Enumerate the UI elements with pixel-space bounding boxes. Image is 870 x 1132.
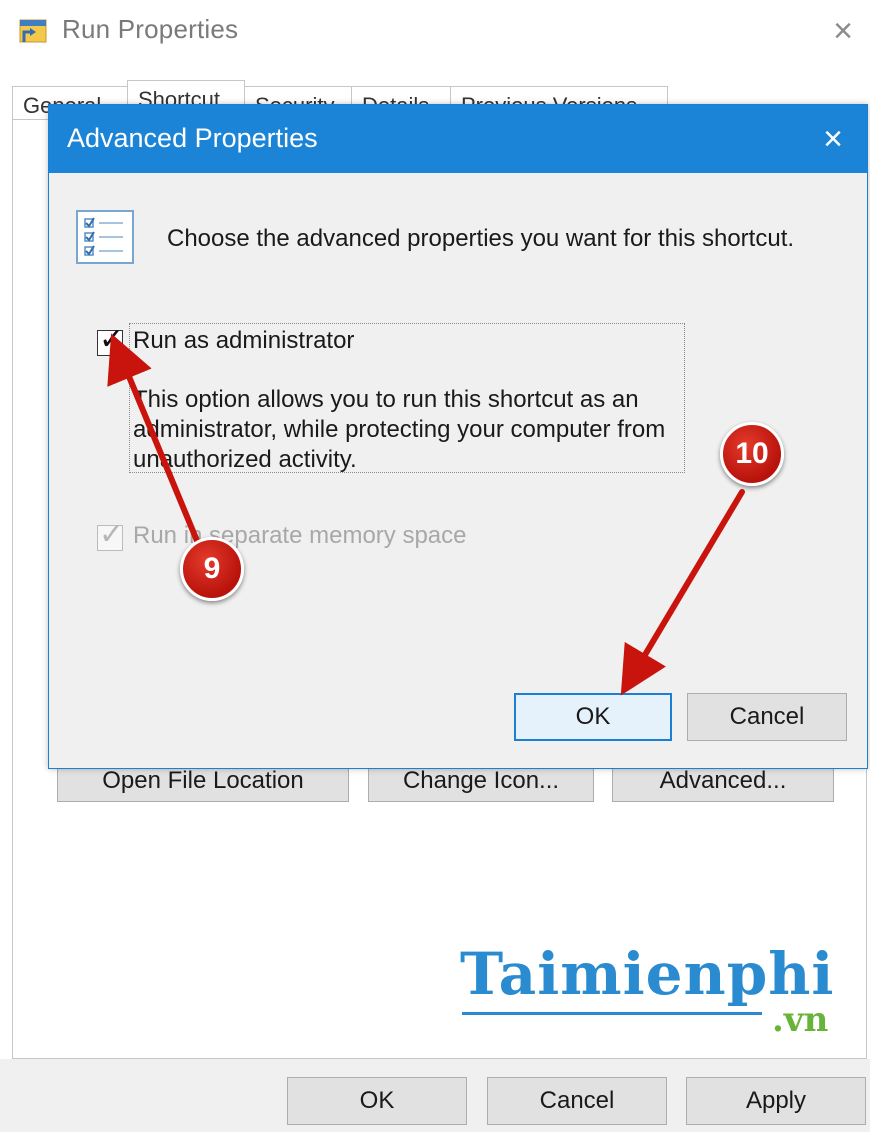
- checklist-icon: [76, 210, 134, 264]
- step-9-badge: 9: [180, 537, 244, 601]
- run-as-administrator-checkbox[interactable]: ✓: [97, 325, 124, 356]
- outer-close-button[interactable]: ×: [820, 8, 866, 54]
- outer-titlebar: Run Properties ×: [0, 0, 870, 64]
- run-as-administrator-description: This option allows you to run this short…: [133, 386, 666, 473]
- outer-cancel-button[interactable]: Cancel: [487, 1077, 667, 1125]
- check-icon: ✓: [99, 323, 125, 356]
- separate-memory-checkbox: ✓: [97, 520, 124, 551]
- dialog-titlebar: Advanced Properties ×: [49, 105, 867, 173]
- check-icon: ✓: [99, 518, 125, 551]
- dialog-ok-button[interactable]: OK: [514, 693, 672, 741]
- outer-window-title: Run Properties: [62, 14, 239, 44]
- watermark-underline: [462, 1012, 762, 1015]
- run-shortcut-icon: [19, 19, 47, 43]
- dialog-intro-text: Choose the advanced properties you want …: [167, 225, 795, 252]
- dialog-title: Advanced Properties: [67, 123, 318, 153]
- watermark-brand: Taimienphi: [460, 940, 835, 1008]
- dialog-cancel-button[interactable]: Cancel: [687, 693, 847, 741]
- run-as-administrator-label[interactable]: Run as administrator: [133, 327, 354, 355]
- watermark-suffix: .vn: [772, 1000, 829, 1040]
- step-10-badge: 10: [720, 422, 784, 486]
- outer-apply-button[interactable]: Apply: [686, 1077, 866, 1125]
- dialog-close-button[interactable]: ×: [809, 115, 857, 163]
- outer-footer: OK Cancel Apply: [0, 1059, 870, 1132]
- outer-ok-button[interactable]: OK: [287, 1077, 467, 1125]
- separate-memory-label: Run in separate memory space: [133, 522, 467, 549]
